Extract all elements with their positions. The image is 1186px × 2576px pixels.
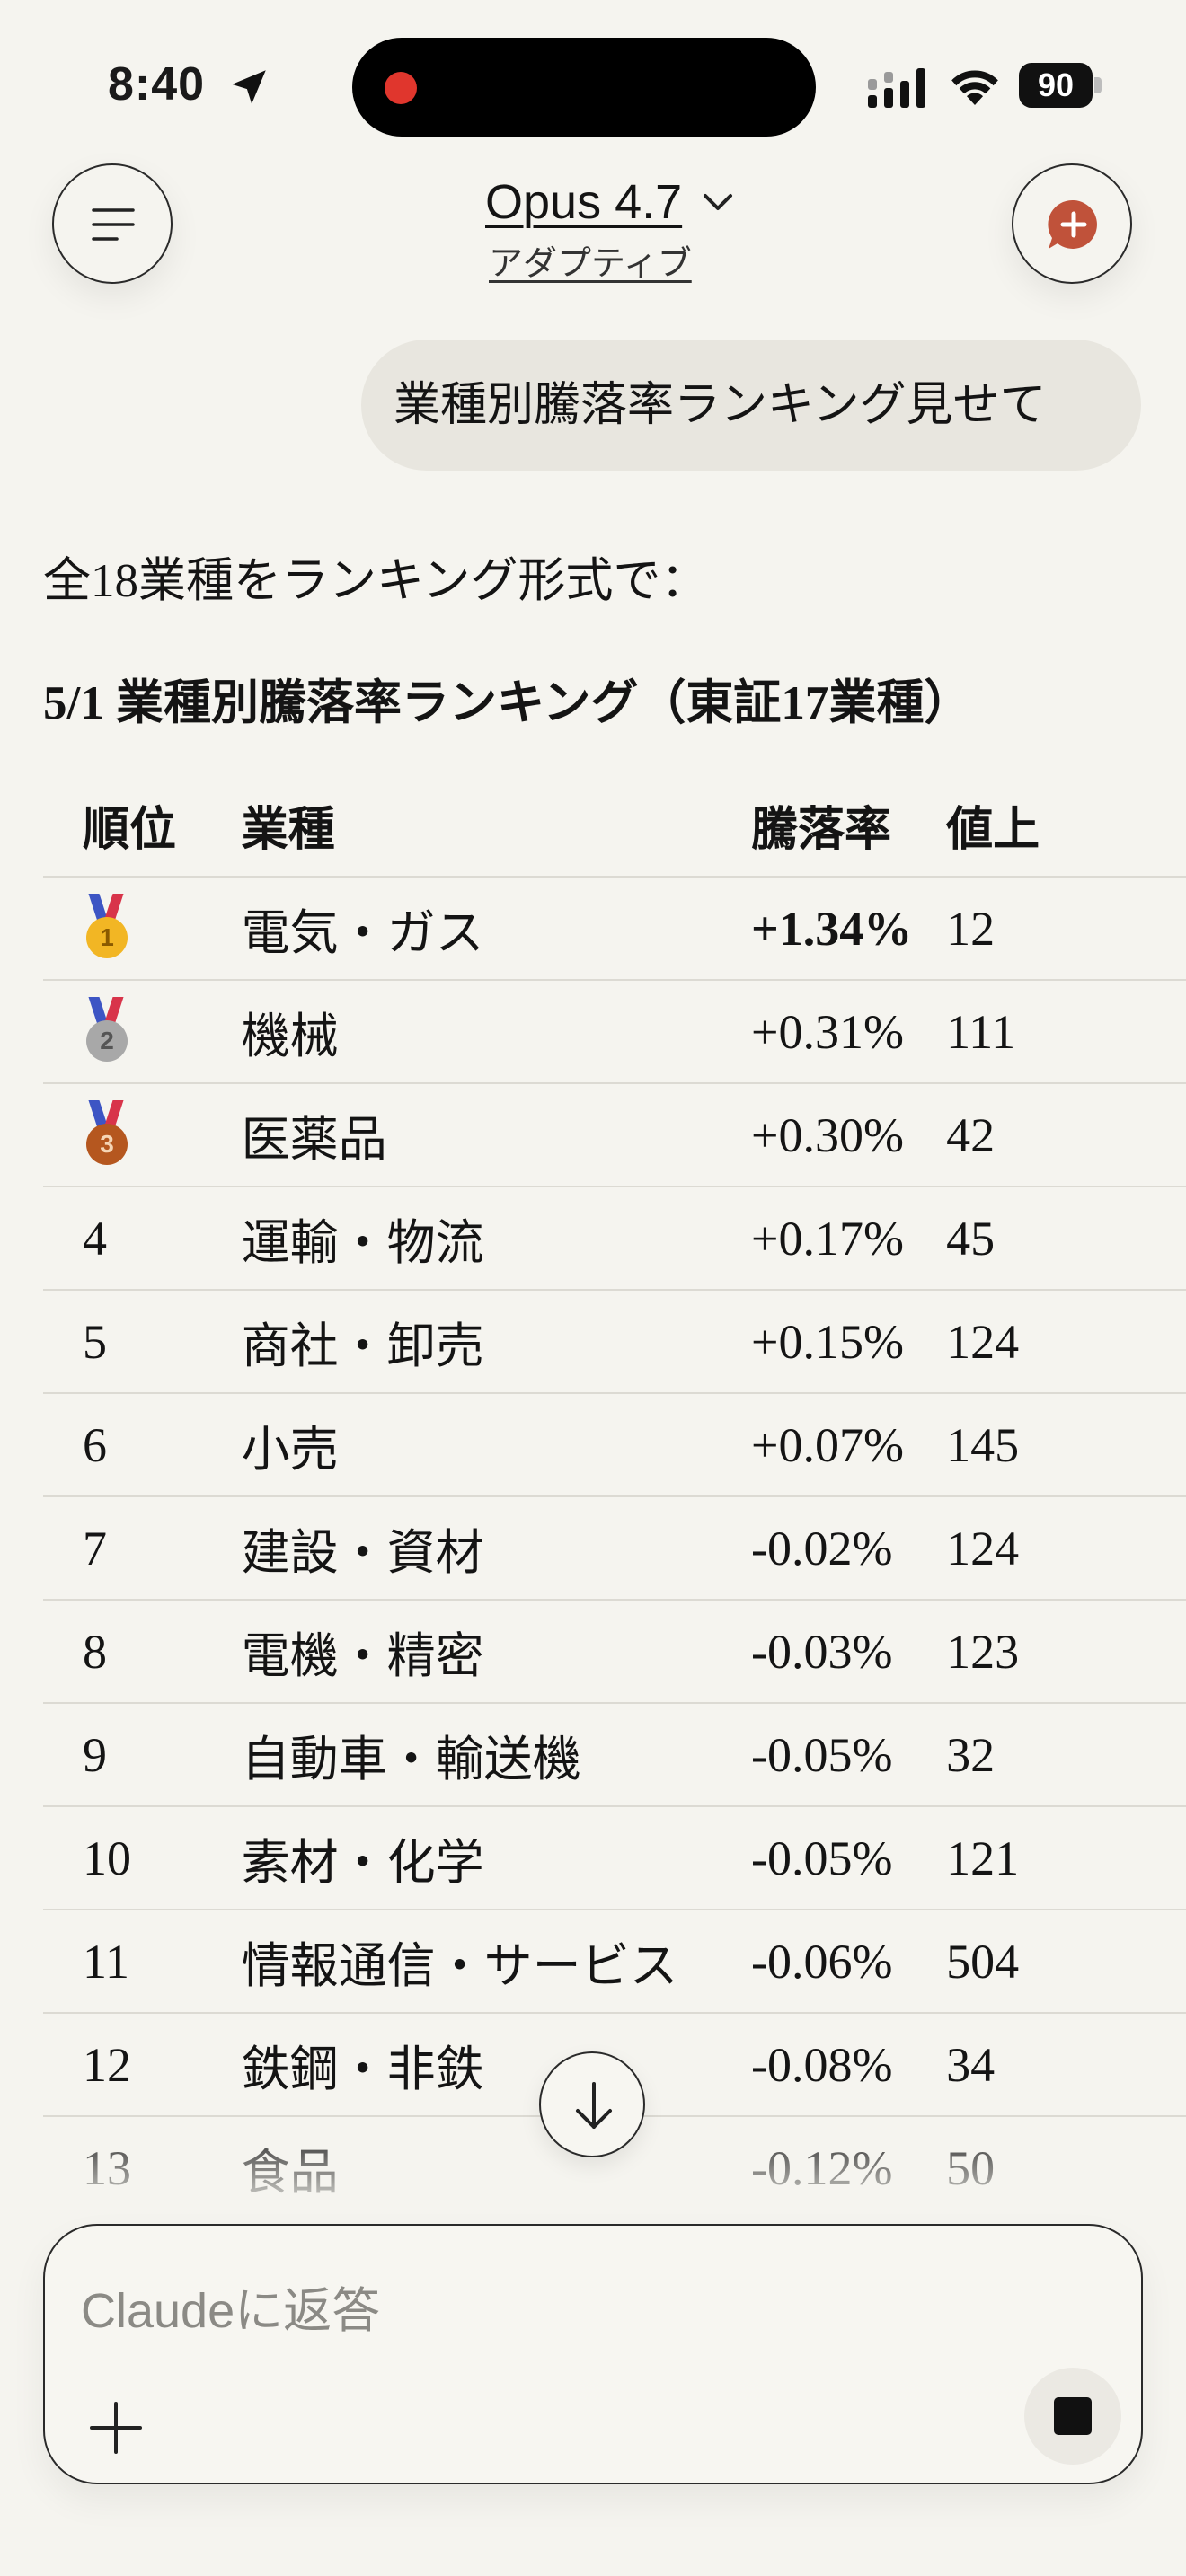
table-row: 5 商社・卸売 +0.15% 124	[43, 1290, 1186, 1394]
rank-cell: 7	[43, 1496, 202, 1601]
table-row: 10 素材・化学 -0.05% 121	[43, 1806, 1186, 1910]
bronze-medal-icon: 3	[83, 1099, 131, 1170]
stop-generation-button[interactable]	[1024, 2368, 1121, 2465]
rate-cell: +0.17%	[712, 1187, 947, 1291]
response-heading: 5/1 業種別騰落率ランキング（東証17業種）	[43, 677, 972, 729]
table-row: 6 小売 +0.07% 145	[43, 1393, 1186, 1497]
table-row: 3 医薬品 +0.30% 42	[43, 1083, 1186, 1187]
rate-cell: +1.34%	[712, 877, 947, 981]
industry-cell: 医薬品	[201, 1083, 712, 1187]
reply-input[interactable]	[81, 2280, 979, 2342]
model-name: Opus 4.7	[485, 175, 683, 229]
advancers-cell: 121	[946, 1806, 1186, 1910]
silver-medal-icon: 2	[83, 996, 131, 1067]
rank-cell: 2	[43, 980, 202, 1084]
advancers-cell: 111	[946, 980, 1186, 1084]
rank-cell: 8	[43, 1600, 202, 1704]
advancers-cell: 34	[946, 2013, 1186, 2117]
industry-cell: 運輸・物流	[201, 1187, 712, 1291]
battery-indicator: 90	[1019, 63, 1102, 108]
response-intro-text: 全18業種をランキング形式で：	[43, 555, 709, 607]
model-mode[interactable]: アダプティブ	[489, 235, 692, 285]
rank-cell: 9	[43, 1703, 202, 1807]
advancers-cell: 123	[946, 1600, 1186, 1704]
rank-cell: 10	[43, 1806, 202, 1910]
advancers-cell: 124	[946, 1290, 1186, 1394]
advancers-cell: 45	[946, 1187, 1186, 1291]
table-header-row: 順位 業種 騰落率 値上	[43, 774, 1186, 878]
rate-cell: -0.05%	[712, 1703, 947, 1807]
stop-icon	[1054, 2397, 1092, 2435]
rate-cell: -0.05%	[712, 1806, 947, 1910]
industry-cell: 電機・精密	[201, 1600, 712, 1704]
battery-tip	[1094, 77, 1102, 93]
rank-cell: 12	[43, 2013, 202, 2117]
status-bar: 8:40 90	[0, 0, 1186, 153]
composer	[43, 2224, 1143, 2484]
rank-cell: 6	[43, 1393, 202, 1497]
industry-cell: 小売	[201, 1393, 712, 1497]
advancers-cell: 32	[946, 1703, 1186, 1807]
industry-cell: 自動車・輸送機	[201, 1703, 712, 1807]
header-rank: 順位	[43, 774, 202, 878]
industry-cell: 機械	[201, 980, 712, 1084]
rate-cell: -0.02%	[712, 1496, 947, 1601]
chat-screen: 8:40 90 Opus 4.7 アダプティブ 業種別騰落率ランキング見せて 全…	[0, 0, 1186, 2576]
rate-cell: +0.15%	[712, 1290, 947, 1394]
rate-cell: -0.06%	[712, 1910, 947, 2014]
table-row: 1 電気・ガス +1.34% 12	[43, 877, 1186, 981]
recording-indicator	[385, 72, 417, 104]
ranking-table: 順位 業種 騰落率 値上 1 電気・ガス +1.34% 12 2 機械 +0.31% 111 3…	[43, 774, 1186, 2211]
industry-cell: 情報通信・サービス	[201, 1910, 712, 2014]
location-arrow-icon	[232, 70, 266, 104]
advancers-cell: 124	[946, 1496, 1186, 1601]
new-chat-button[interactable]	[1012, 163, 1132, 284]
advancers-cell: 145	[946, 1393, 1186, 1497]
menu-button[interactable]	[52, 163, 173, 284]
table-row: 4 運輸・物流 +0.17% 45	[43, 1187, 1186, 1291]
scroll-to-bottom-button[interactable]	[539, 2051, 645, 2157]
rank-cell: 3	[43, 1083, 202, 1187]
advancers-cell: 12	[946, 877, 1186, 981]
industry-cell: 建設・資材	[201, 1496, 712, 1601]
rank-cell: 11	[43, 1910, 202, 2014]
industry-cell: 商社・卸売	[201, 1290, 712, 1394]
menu-lines-icon	[92, 208, 135, 241]
rate-cell: -0.03%	[712, 1600, 947, 1704]
rate-cell: +0.30%	[712, 1083, 947, 1187]
user-message-bubble: 業種別騰落率ランキング見せて	[361, 340, 1141, 471]
rank-cell: 4	[43, 1187, 202, 1291]
industry-cell: 電気・ガス	[201, 877, 712, 981]
rate-cell: +0.07%	[712, 1393, 947, 1497]
add-attachment-icon[interactable]	[84, 2396, 147, 2459]
table-body: 1 電気・ガス +1.34% 12 2 機械 +0.31% 111 3 医薬品 +0.30% 42 4 運…	[43, 877, 1186, 2211]
wifi-icon	[951, 70, 998, 105]
advancers-cell: 504	[946, 1910, 1186, 2014]
table-row: 11 情報通信・サービス -0.06% 504	[43, 1910, 1186, 2014]
dynamic-island	[352, 38, 816, 137]
table-row: 8 電機・精密 -0.03% 123	[43, 1600, 1186, 1704]
industry-cell: 素材・化学	[201, 1806, 712, 1910]
table-row: 2 機械 +0.31% 111	[43, 980, 1186, 1084]
cellular-signal-icon	[868, 68, 925, 108]
ranking-table-scroller[interactable]: 順位 業種 騰落率 値上 1 電気・ガス +1.34% 12 2 機械 +0.31% 111 3…	[43, 774, 1186, 2211]
table-row: 7 建設・資材 -0.02% 124	[43, 1496, 1186, 1601]
new-chat-icon	[1048, 199, 1097, 249]
header-rate: 騰落率	[712, 774, 947, 878]
header-advancers: 値上	[946, 774, 1186, 878]
table-row: 9 自動車・輸送機 -0.05% 32	[43, 1703, 1186, 1807]
advancers-cell: 42	[946, 1083, 1186, 1187]
arrow-down-icon	[576, 2082, 612, 2129]
status-time: 8:40	[108, 58, 206, 110]
model-selector[interactable]: Opus 4.7	[485, 174, 734, 230]
rank-cell: 1	[43, 877, 202, 981]
rank-cell: 5	[43, 1290, 202, 1394]
gold-medal-icon: 1	[83, 893, 131, 964]
battery-level: 90	[1019, 63, 1093, 108]
chevron-down-icon	[704, 194, 733, 210]
header-industry: 業種	[201, 774, 712, 878]
rate-cell: -0.08%	[712, 2013, 947, 2117]
rate-cell: +0.31%	[712, 980, 947, 1084]
